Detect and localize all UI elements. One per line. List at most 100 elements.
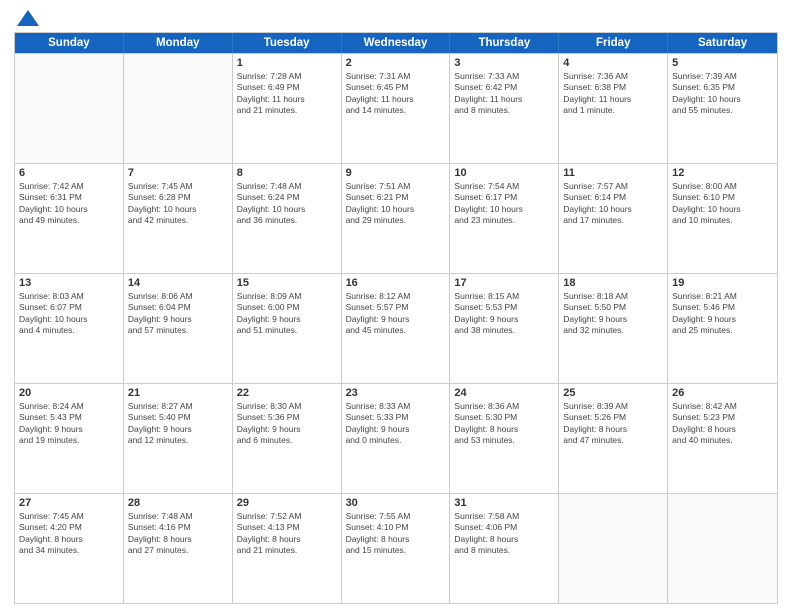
cell-date-number: 3: [454, 57, 554, 69]
empty-cell: [15, 54, 124, 163]
calendar-body: 1 Sunrise: 7:28 AMSunset: 6:49 PMDaylight…: [15, 53, 777, 603]
day-cell-11: 11 Sunrise: 7:57 AMSunset: 6:14 PMDayligh…: [559, 164, 668, 273]
calendar-header: SundayMondayTuesdayWednesdayThursdayFrid…: [15, 33, 777, 53]
day-cell-22: 22 Sunrise: 8:30 AMSunset: 5:36 PMDayligh…: [233, 384, 342, 493]
cell-date-number: 28: [128, 497, 228, 509]
week-row-2: 6Sunrise: 7:42 AMSunset: 6:31 PMDaylight…: [15, 163, 777, 273]
day-cell-5: 5 Sunrise: 7:39 AMSunset: 6:35 PMDaylight…: [668, 54, 777, 163]
day-cell-26: 26 Sunrise: 8:42 AMSunset: 5:23 PMDayligh…: [668, 384, 777, 493]
day-cell-6: 6Sunrise: 7:42 AMSunset: 6:31 PMDaylight…: [15, 164, 124, 273]
cell-date-number: 25: [563, 387, 663, 399]
cell-date-number: 10: [454, 167, 554, 179]
week-row-3: 13 Sunrise: 8:03 AMSunset: 6:07 PMDayligh…: [15, 273, 777, 383]
cell-info-text: Sunrise: 7:45 AMSunset: 6:28 PMDaylight:…: [128, 181, 228, 227]
cell-date-number: 11: [563, 167, 663, 179]
cell-info-text: Sunrise: 8:24 AMSunset: 5:43 PMDaylight:…: [19, 401, 119, 447]
day-header-sunday: Sunday: [15, 33, 124, 53]
day-cell-9: 9Sunrise: 7:51 AMSunset: 6:21 PMDaylight…: [342, 164, 451, 273]
cell-date-number: 29: [237, 497, 337, 509]
day-cell-28: 28 Sunrise: 7:48 AMSunset: 4:16 PMDayligh…: [124, 494, 233, 603]
cell-info-text: Sunrise: 8:03 AMSunset: 6:07 PMDaylight:…: [19, 291, 119, 337]
day-cell-20: 20 Sunrise: 8:24 AMSunset: 5:43 PMDayligh…: [15, 384, 124, 493]
cell-date-number: 2: [346, 57, 446, 69]
day-cell-16: 16 Sunrise: 8:12 AMSunset: 5:57 PMDayligh…: [342, 274, 451, 383]
cell-info-text: Sunrise: 8:18 AMSunset: 5:50 PMDaylight:…: [563, 291, 663, 337]
cell-date-number: 5: [672, 57, 773, 69]
cell-date-number: 20: [19, 387, 119, 399]
cell-date-number: 30: [346, 497, 446, 509]
cell-info-text: Sunrise: 8:12 AMSunset: 5:57 PMDaylight:…: [346, 291, 446, 337]
cell-info-text: Sunrise: 8:21 AMSunset: 5:46 PMDaylight:…: [672, 291, 773, 337]
calendar: SundayMondayTuesdayWednesdayThursdayFrid…: [14, 32, 778, 604]
cell-info-text: Sunrise: 8:00 AMSunset: 6:10 PMDaylight:…: [672, 181, 773, 227]
day-cell-14: 14 Sunrise: 8:06 AMSunset: 6:04 PMDayligh…: [124, 274, 233, 383]
day-header-saturday: Saturday: [668, 33, 777, 53]
day-cell-23: 23 Sunrise: 8:33 AMSunset: 5:33 PMDayligh…: [342, 384, 451, 493]
cell-info-text: Sunrise: 7:31 AMSunset: 6:45 PMDaylight:…: [346, 71, 446, 117]
header: [14, 10, 778, 26]
day-cell-18: 18Sunrise: 8:18 AMSunset: 5:50 PMDayligh…: [559, 274, 668, 383]
cell-date-number: 24: [454, 387, 554, 399]
day-header-monday: Monday: [124, 33, 233, 53]
cell-info-text: Sunrise: 8:27 AMSunset: 5:40 PMDaylight:…: [128, 401, 228, 447]
logo-icon: [17, 10, 39, 26]
cell-info-text: Sunrise: 7:57 AMSunset: 6:14 PMDaylight:…: [563, 181, 663, 227]
logo: [14, 10, 39, 26]
week-row-5: 27 Sunrise: 7:45 AMSunset: 4:20 PMDayligh…: [15, 493, 777, 603]
day-cell-25: 25Sunrise: 8:39 AMSunset: 5:26 PMDayligh…: [559, 384, 668, 493]
cell-info-text: Sunrise: 7:48 AMSunset: 4:16 PMDaylight:…: [128, 511, 228, 557]
cell-date-number: 14: [128, 277, 228, 289]
cell-info-text: Sunrise: 7:45 AMSunset: 4:20 PMDaylight:…: [19, 511, 119, 557]
cell-info-text: Sunrise: 8:06 AMSunset: 6:04 PMDaylight:…: [128, 291, 228, 337]
day-cell-17: 17Sunrise: 8:15 AMSunset: 5:53 PMDayligh…: [450, 274, 559, 383]
cell-date-number: 15: [237, 277, 337, 289]
cell-date-number: 22: [237, 387, 337, 399]
cell-info-text: Sunrise: 7:55 AMSunset: 4:10 PMDaylight:…: [346, 511, 446, 557]
cell-date-number: 8: [237, 167, 337, 179]
cell-date-number: 26: [672, 387, 773, 399]
cell-info-text: Sunrise: 7:52 AMSunset: 4:13 PMDaylight:…: [237, 511, 337, 557]
day-cell-1: 1 Sunrise: 7:28 AMSunset: 6:49 PMDaylight…: [233, 54, 342, 163]
empty-cell: [668, 494, 777, 603]
cell-info-text: Sunrise: 8:33 AMSunset: 5:33 PMDaylight:…: [346, 401, 446, 447]
day-cell-24: 24 Sunrise: 8:36 AMSunset: 5:30 PMDayligh…: [450, 384, 559, 493]
day-cell-15: 15Sunrise: 8:09 AMSunset: 6:00 PMDayligh…: [233, 274, 342, 383]
cell-info-text: Sunrise: 7:36 AMSunset: 6:38 PMDaylight:…: [563, 71, 663, 117]
cell-info-text: Sunrise: 7:33 AMSunset: 6:42 PMDaylight:…: [454, 71, 554, 117]
cell-info-text: Sunrise: 7:48 AMSunset: 6:24 PMDaylight:…: [237, 181, 337, 227]
cell-date-number: 31: [454, 497, 554, 509]
day-cell-21: 21 Sunrise: 8:27 AMSunset: 5:40 PMDayligh…: [124, 384, 233, 493]
cell-info-text: Sunrise: 7:58 AMSunset: 4:06 PMDaylight:…: [454, 511, 554, 557]
day-header-thursday: Thursday: [450, 33, 559, 53]
cell-date-number: 19: [672, 277, 773, 289]
cell-info-text: Sunrise: 7:28 AMSunset: 6:49 PMDaylight:…: [237, 71, 337, 117]
cell-date-number: 13: [19, 277, 119, 289]
cell-date-number: 1: [237, 57, 337, 69]
cell-date-number: 9: [346, 167, 446, 179]
cell-date-number: 21: [128, 387, 228, 399]
cell-date-number: 23: [346, 387, 446, 399]
day-cell-8: 8 Sunrise: 7:48 AMSunset: 6:24 PMDaylight…: [233, 164, 342, 273]
day-cell-27: 27 Sunrise: 7:45 AMSunset: 4:20 PMDayligh…: [15, 494, 124, 603]
day-cell-3: 3 Sunrise: 7:33 AMSunset: 6:42 PMDaylight…: [450, 54, 559, 163]
cell-date-number: 27: [19, 497, 119, 509]
cell-info-text: Sunrise: 8:42 AMSunset: 5:23 PMDaylight:…: [672, 401, 773, 447]
day-cell-7: 7 Sunrise: 7:45 AMSunset: 6:28 PMDaylight…: [124, 164, 233, 273]
day-cell-30: 30 Sunrise: 7:55 AMSunset: 4:10 PMDayligh…: [342, 494, 451, 603]
page: SundayMondayTuesdayWednesdayThursdayFrid…: [0, 0, 792, 612]
cell-date-number: 17: [454, 277, 554, 289]
day-cell-31: 31 Sunrise: 7:58 AMSunset: 4:06 PMDayligh…: [450, 494, 559, 603]
cell-date-number: 16: [346, 277, 446, 289]
cell-info-text: Sunrise: 8:30 AMSunset: 5:36 PMDaylight:…: [237, 401, 337, 447]
cell-info-text: Sunrise: 7:39 AMSunset: 6:35 PMDaylight:…: [672, 71, 773, 117]
day-cell-12: 12Sunrise: 8:00 AMSunset: 6:10 PMDayligh…: [668, 164, 777, 273]
cell-info-text: Sunrise: 8:36 AMSunset: 5:30 PMDaylight:…: [454, 401, 554, 447]
cell-date-number: 6: [19, 167, 119, 179]
cell-info-text: Sunrise: 7:54 AMSunset: 6:17 PMDaylight:…: [454, 181, 554, 227]
empty-cell: [124, 54, 233, 163]
day-header-friday: Friday: [559, 33, 668, 53]
day-cell-29: 29 Sunrise: 7:52 AMSunset: 4:13 PMDayligh…: [233, 494, 342, 603]
week-row-4: 20 Sunrise: 8:24 AMSunset: 5:43 PMDayligh…: [15, 383, 777, 493]
cell-date-number: 7: [128, 167, 228, 179]
day-cell-13: 13 Sunrise: 8:03 AMSunset: 6:07 PMDayligh…: [15, 274, 124, 383]
